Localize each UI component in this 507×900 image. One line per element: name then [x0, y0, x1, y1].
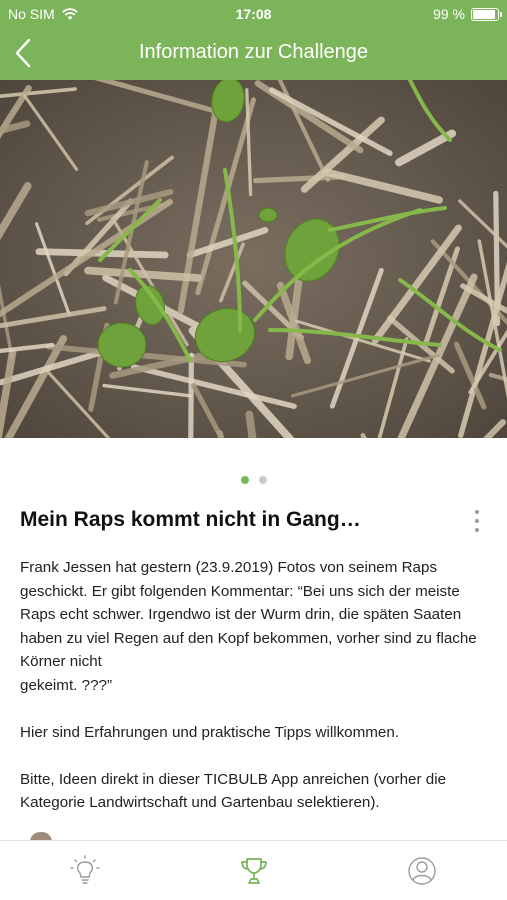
clock: 17:08 — [235, 6, 272, 22]
post-body: Frank Jessen hat gestern (23.9.2019) Fot… — [20, 556, 490, 838]
tab-ideas[interactable] — [67, 853, 103, 889]
post-paragraph: Frank Jessen hat gestern (23.9.2019) Fot… — [20, 559, 477, 694]
page-dot-2[interactable] — [258, 476, 267, 484]
battery-percentage: 99 % — [433, 6, 465, 22]
trophy-icon — [241, 858, 267, 884]
post-paragraph: Bitte, Ideen direkt in dieser TICBULB Ap… — [20, 770, 447, 812]
challenge-photo[interactable] — [0, 80, 507, 438]
more-vertical-icon — [475, 510, 479, 514]
carousel-page-indicator[interactable] — [0, 476, 507, 484]
page-title: Information zur Challenge — [138, 41, 368, 63]
photo-illustration — [0, 80, 507, 438]
status-bar: No SIM 17:08 99 % — [0, 0, 507, 26]
lightbulb-icon — [70, 855, 100, 884]
more-options-button[interactable] — [469, 508, 485, 534]
battery-fill — [473, 9, 495, 19]
post-title: Mein Raps kommt nicht in Gang… — [20, 508, 361, 531]
battery-icon — [471, 7, 502, 21]
navigation-bar: Information zur Challenge — [0, 26, 507, 80]
profile-icon — [408, 857, 436, 885]
tab-challenges[interactable] — [236, 853, 272, 889]
page-dot-1[interactable] — [240, 476, 249, 484]
header: No SIM 17:08 99 % Information zur Challe… — [0, 0, 507, 80]
post-paragraph: Hier sind Erfahrungen und praktische Tip… — [20, 723, 400, 741]
tab-bar — [0, 840, 507, 900]
tab-profile[interactable] — [404, 853, 440, 889]
